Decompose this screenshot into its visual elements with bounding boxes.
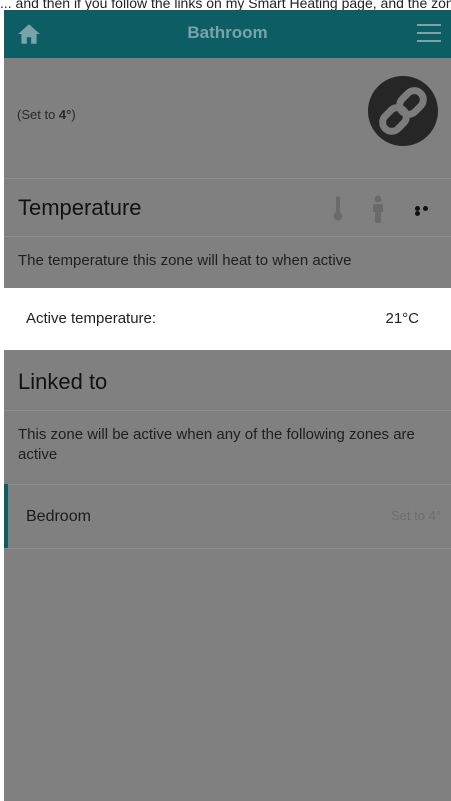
linked-description-row: This zone will be active when any of the…	[4, 410, 451, 485]
temperature-heading: Temperature	[18, 195, 142, 220]
status-suffix: )	[71, 107, 76, 122]
zone-accent-bar	[4, 484, 8, 548]
more-options-icon[interactable]	[415, 206, 437, 216]
linked-section-header: Linked to	[4, 350, 451, 411]
active-temperature-row[interactable]: Active temperature: 21°C	[4, 288, 451, 350]
linked-heading: Linked to	[18, 369, 108, 394]
link-button[interactable]	[368, 76, 438, 146]
linked-description: This zone will be active when any of the…	[18, 426, 415, 463]
app-screen: Bathroom (Set to 4°) Temperature The tem…	[4, 10, 451, 801]
page-title: Bathroom	[187, 23, 268, 42]
temperature-section-header: Temperature	[4, 178, 451, 237]
app-bar: Bathroom	[4, 10, 451, 58]
status-value: 4°	[58, 107, 72, 122]
linked-zone-status: Set to 4°	[390, 508, 441, 523]
linked-zone-name: Bedroom	[26, 508, 91, 525]
zone-status-text: (Set to 4°)	[17, 107, 76, 122]
person-icon[interactable]	[371, 195, 385, 223]
temperature-description: The temperature this zone will heat to w…	[18, 252, 352, 269]
active-temperature-label: Active temperature:	[26, 310, 157, 327]
temperature-description-row: The temperature this zone will heat to w…	[4, 236, 451, 289]
zone-status-row: (Set to 4°)	[4, 58, 451, 179]
top-caption-text: ... and then if you follow the links on …	[0, 0, 451, 10]
top-caption: ... and then if you follow the links on …	[0, 0, 451, 10]
active-temperature-value: 21°C	[385, 310, 419, 327]
hamburger-menu-icon[interactable]	[417, 24, 441, 44]
status-prefix: (Set to	[17, 107, 59, 122]
thermometer-icon[interactable]	[333, 196, 343, 221]
linked-zone-row[interactable]: Bedroom Set to 4°	[4, 484, 451, 549]
link-icon	[379, 87, 427, 135]
